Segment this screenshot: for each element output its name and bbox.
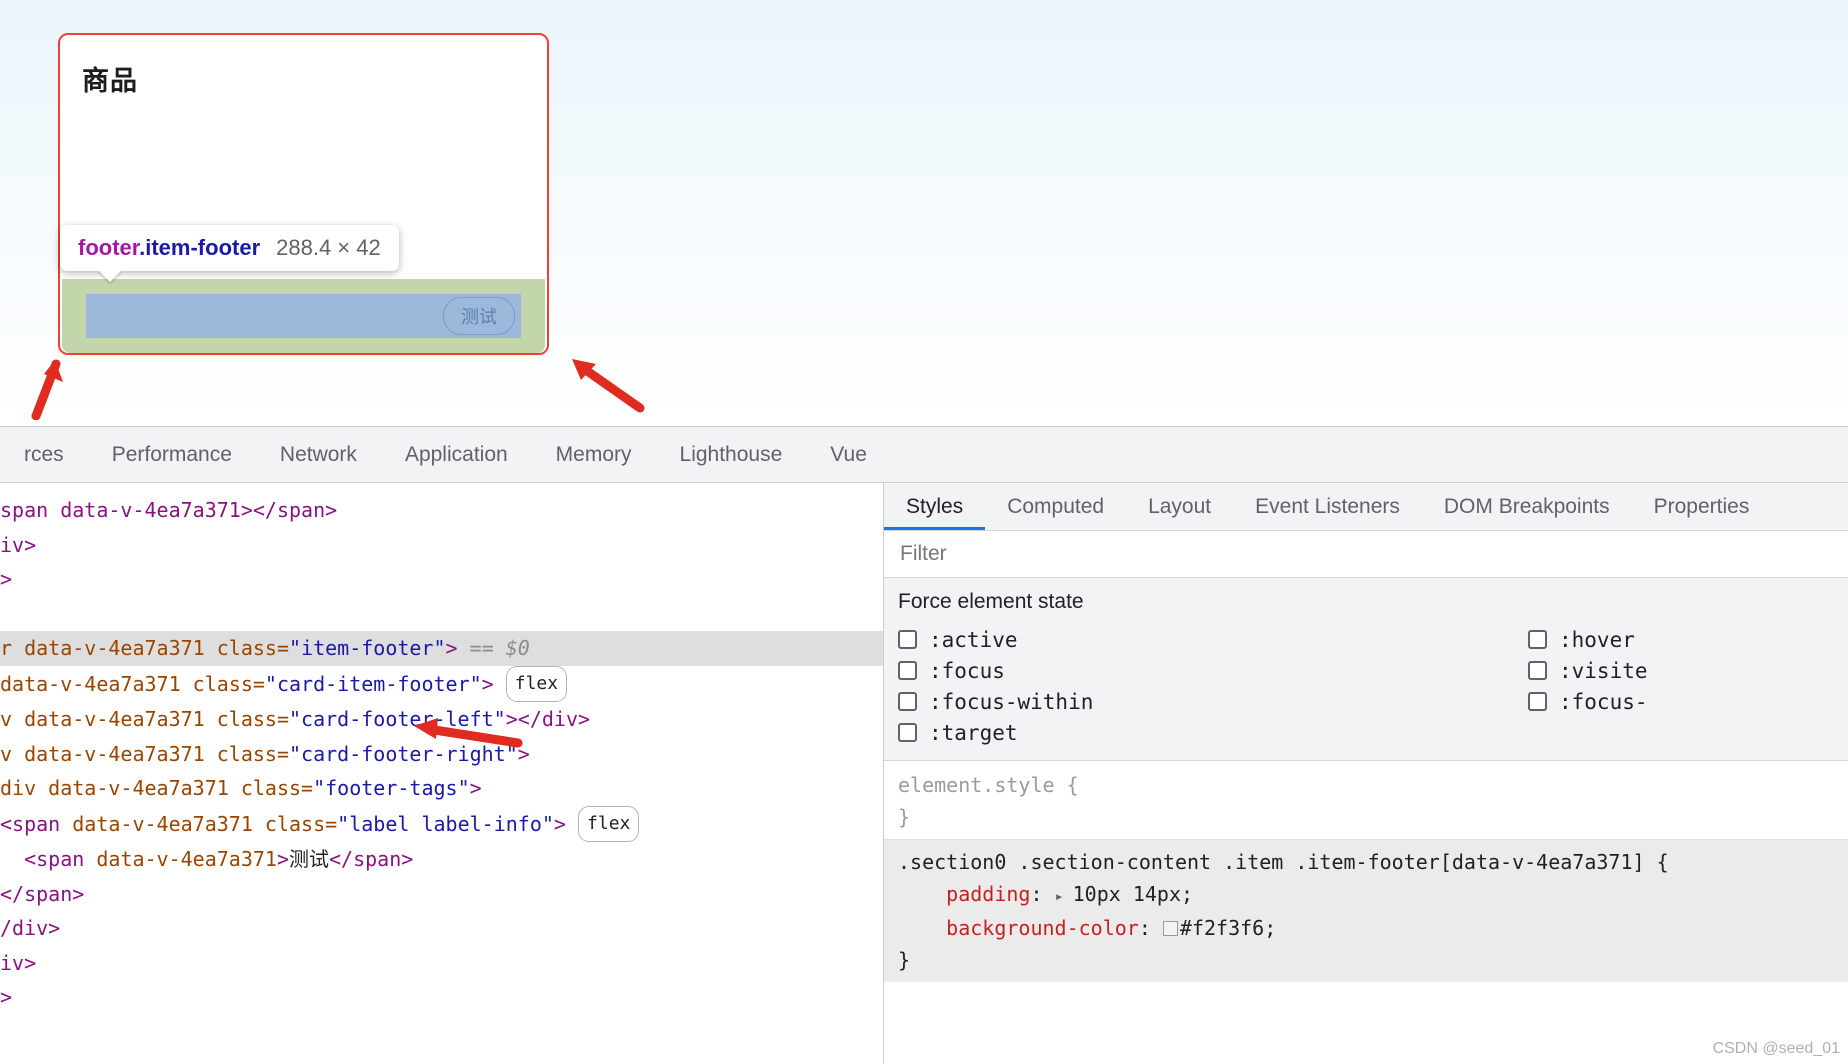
dom-node[interactable]: iv>	[0, 946, 883, 981]
force-state-label: :focus-	[1559, 689, 1648, 714]
styles-tab-dom-breakpoints[interactable]: DOM Breakpoints	[1422, 483, 1632, 530]
styles-tab-event-listeners[interactable]: Event Listeners	[1233, 483, 1422, 530]
css-declaration[interactable]: padding: ▸ 10px 14px;	[898, 878, 1848, 912]
inspector-tooltip: footer.item-footer 288.4 × 42	[60, 225, 399, 282]
watermark: CSDN @seed_01	[1712, 1040, 1840, 1057]
styles-filter-row[interactable]: Filter	[884, 531, 1848, 578]
checkbox-focus-within[interactable]	[898, 692, 917, 711]
css-property-name[interactable]: padding	[946, 882, 1030, 906]
force-state-label: :visite	[1559, 658, 1648, 683]
styles-tab-layout[interactable]: Layout	[1126, 483, 1233, 530]
force-state-label: :target	[929, 720, 1018, 745]
inspector-tooltip-dimensions: 288.4 × 42	[276, 235, 381, 260]
dom-node[interactable]: v data-v-4ea7a371 class="card-footer-lef…	[0, 702, 883, 737]
card-title: 商品	[82, 66, 138, 96]
force-state-row[interactable]: :target	[898, 717, 1848, 748]
dom-node[interactable]: /div>	[0, 911, 883, 946]
item-footer-content-box: 测试	[86, 294, 521, 338]
styles-tab-properties[interactable]: Properties	[1632, 483, 1772, 530]
devtools-tab-memory[interactable]: Memory	[532, 427, 656, 482]
devtools-tab-performance[interactable]: Performance	[88, 427, 256, 482]
dom-node[interactable]: >	[0, 980, 883, 1015]
web-page-viewport: 商品 测试 footer.item-footer 288.4 × 42	[0, 0, 1848, 426]
dom-node-selected[interactable]: r data-v-4ea7a371 class="item-footer"> =…	[0, 631, 883, 666]
css-declaration-list: padding: ▸ 10px 14px; background-color: …	[898, 878, 1848, 944]
product-card: 商品 测试	[58, 33, 549, 355]
element-style-close: }	[898, 805, 911, 829]
checkbox-target[interactable]	[898, 723, 917, 742]
element-style-open: element.style {	[898, 773, 1079, 797]
checkbox-focus-[interactable]	[1528, 692, 1547, 711]
styles-tabbar: Styles Computed Layout Event Listeners DOM B…	[884, 483, 1848, 531]
styles-tab-computed[interactable]: Computed	[985, 483, 1126, 530]
styles-filter-placeholder[interactable]: Filter	[900, 542, 947, 566]
devtools-tab-application[interactable]: Application	[381, 427, 532, 482]
force-state-column-right: :hover :visite :focus-	[1528, 624, 1848, 717]
devtools-body: span data-v-4ea7a371></span> iv> > r data-…	[0, 483, 1848, 1064]
dom-node[interactable]: <span data-v-4ea7a371>测试</span>	[0, 842, 883, 877]
force-state-label: :hover	[1559, 627, 1635, 652]
matched-css-rule[interactable]: .section0 .section-content .item .item-f…	[884, 839, 1848, 982]
dom-node[interactable]: data-v-4ea7a371 class="card-item-footer"…	[0, 665, 883, 702]
devtools-tabbar: rces Performance Network Application Memory L…	[0, 427, 1848, 483]
checkbox-visite[interactable]	[1528, 661, 1547, 680]
dom-node[interactable]: iv>	[0, 528, 883, 563]
item-footer-highlight-overlay[interactable]: 测试	[62, 279, 545, 353]
css-property-value[interactable]: 10px 14px;	[1073, 882, 1193, 906]
dom-node[interactable]: span data-v-4ea7a371></span>	[0, 493, 883, 528]
annotation-arrow-right-icon	[572, 359, 645, 413]
css-property-value[interactable]: #f2f3f6;	[1180, 916, 1276, 940]
chevron-right-icon[interactable]: ▸	[1055, 880, 1073, 912]
dom-node[interactable]: >	[0, 562, 883, 597]
footer-tag-label[interactable]: 测试	[443, 297, 515, 335]
devtools-tab-lighthouse[interactable]: Lighthouse	[656, 427, 807, 482]
force-state-label: :focus	[929, 658, 1005, 683]
dom-node[interactable]	[0, 597, 883, 632]
element-style-rule[interactable]: element.style { }	[884, 761, 1848, 833]
force-state-row[interactable]: :visite	[1528, 655, 1848, 686]
force-state-grid: :active :focus :focus-within :target :hover…	[898, 624, 1848, 748]
devtools-tab-rces[interactable]: rces	[0, 427, 88, 482]
force-state-label: :focus-within	[929, 689, 1094, 714]
devtools-tab-network[interactable]: Network	[256, 427, 381, 482]
checkbox-active[interactable]	[898, 630, 917, 649]
color-swatch-icon[interactable]	[1162, 921, 1178, 936]
styles-sidebar-pane: Styles Computed Layout Event Listeners DOM B…	[414, 483, 1848, 1064]
checkbox-focus[interactable]	[898, 661, 917, 680]
tooltip-pointer-icon	[98, 270, 122, 282]
css-declaration[interactable]: background-color: #f2f3f6;	[898, 912, 1848, 944]
annotation-arrow-left-icon	[31, 359, 63, 420]
css-rule-selector[interactable]: .section0 .section-content .item .item-f…	[898, 846, 1848, 878]
css-rule-close: }	[898, 948, 911, 972]
force-state-label: :active	[929, 627, 1018, 652]
devtools-panel: rces Performance Network Application Memory L…	[0, 426, 1848, 1064]
styles-tab-styles[interactable]: Styles	[884, 483, 985, 530]
force-element-state-title: Force element state	[898, 590, 1084, 613]
dom-node[interactable]: <span data-v-4ea7a371 class="label label…	[0, 805, 883, 842]
dom-tree-pane[interactable]: span data-v-4ea7a371></span> iv> > r data-…	[0, 483, 884, 1064]
inspector-tooltip-class: .item-footer	[139, 235, 261, 260]
inspector-tooltip-tag: footer	[78, 235, 140, 260]
devtools-tab-vue[interactable]: Vue	[806, 427, 891, 482]
force-element-state-section: Force element state :active :focus :focus-…	[884, 578, 1848, 761]
dom-node[interactable]: </span>	[0, 877, 883, 912]
force-state-row[interactable]: :focus-	[1528, 686, 1848, 717]
css-property-name[interactable]: background-color	[946, 916, 1139, 940]
force-state-row[interactable]: :hover	[1528, 624, 1848, 655]
checkbox-hover[interactable]	[1528, 630, 1547, 649]
dom-node[interactable]: div data-v-4ea7a371 class="footer-tags">	[0, 771, 883, 806]
dom-node[interactable]: v data-v-4ea7a371 class="card-footer-rig…	[0, 737, 883, 772]
screenshot-root: 商品 测试 footer.item-footer 288.4 × 42 rces…	[0, 0, 1848, 1064]
